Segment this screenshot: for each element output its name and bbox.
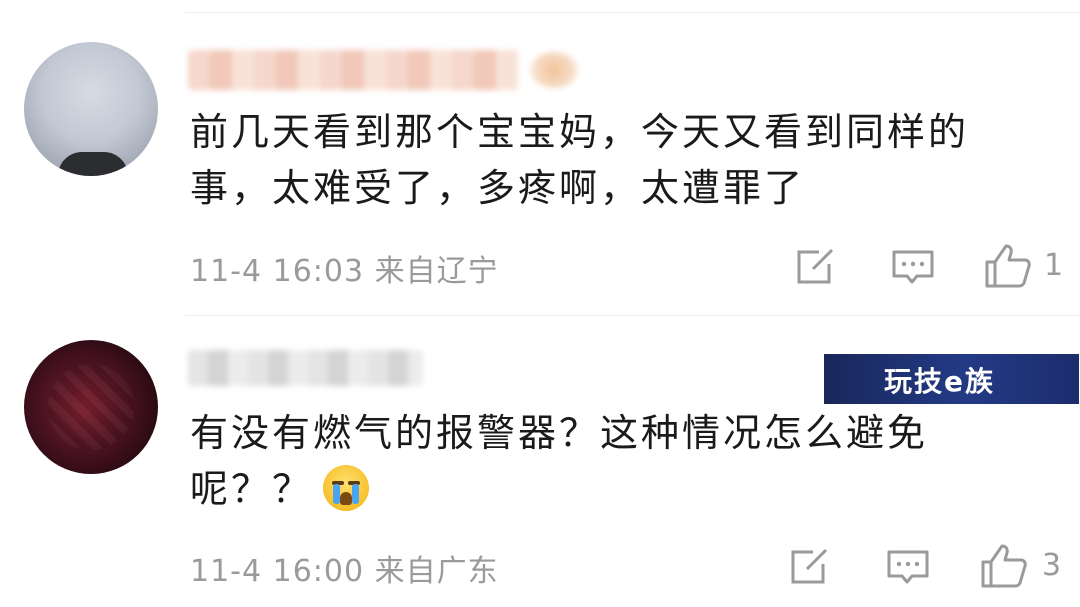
comment-text-line-2: 事，太难受了，多疼啊，太遭罪了 (190, 166, 806, 210)
comment-text-line-2: 呢？？ (190, 467, 314, 511)
thumbs-up-icon[interactable] (980, 542, 1028, 590)
like-count: 3 (1042, 548, 1062, 583)
user-badge-icon (530, 52, 578, 88)
comment-text-line-1: 有没有燃气的报警器？这种情况怎么避免 (190, 411, 929, 455)
comment-bubble-icon[interactable] (886, 548, 930, 588)
avatar[interactable] (24, 42, 158, 176)
watermark-banner: 玩技e族 (824, 354, 1079, 404)
share-edit-icon[interactable] (795, 247, 837, 287)
comment-meta: 11-4 16:03 来自辽宁 (190, 254, 499, 289)
comment-text: 前几天看到那个宝宝妈，今天又看到同样的 事，太难受了，多疼啊，太遭罪了 (190, 104, 1010, 216)
watermark-text: 玩技e族 (884, 365, 995, 398)
comment-text: 有没有燃气的报警器？这种情况怎么避免 呢？？ (190, 405, 1010, 517)
thumbs-up-icon[interactable] (984, 242, 1032, 290)
share-edit-icon[interactable] (789, 547, 831, 587)
comment-divider (185, 315, 1080, 316)
username-blurred[interactable] (188, 50, 518, 90)
top-separator (185, 12, 1080, 13)
crying-face-emoji (323, 464, 370, 511)
avatar[interactable] (24, 340, 158, 474)
comment-bubble-icon[interactable] (891, 248, 935, 288)
username-blurred[interactable] (188, 350, 423, 386)
comment-meta: 11-4 16:00 来自广东 (190, 554, 499, 589)
like-count: 1 (1044, 248, 1064, 283)
comment-text-line-1: 前几天看到那个宝宝妈，今天又看到同样的 (190, 110, 970, 154)
